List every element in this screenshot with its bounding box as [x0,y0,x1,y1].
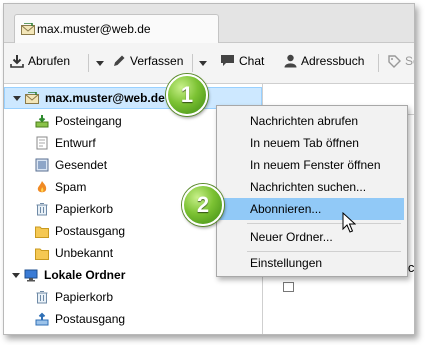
step-badge-1: 1 [166,74,208,116]
tab-title: max.muster@web.de [37,22,151,36]
draft-icon [35,136,49,150]
tab-account[interactable]: max.muster@web.de [14,14,219,43]
chat-button[interactable]: Chat [220,54,264,68]
context-menu: Nachrichten abrufen In neuem Tab öffnen … [216,105,408,277]
toolbar-separator [192,54,193,72]
inbox-icon [35,114,49,128]
checkbox[interactable] [283,282,294,292]
folder-local-postausgang[interactable]: Postausgang [4,308,262,330]
menu-einstellungen[interactable]: Einstellungen [218,252,404,274]
trash-icon [35,202,49,216]
toolbar-separator [378,54,379,72]
toolbar-separator [88,54,89,72]
filter-button[interactable]: Sc [388,54,414,68]
twisty-expanded-icon[interactable] [12,272,20,278]
computer-icon [24,268,38,282]
mouse-cursor-icon [342,212,356,233]
chevron-down-icon[interactable] [96,61,104,66]
chat-icon [221,55,234,66]
chevron-down-icon[interactable] [199,61,207,66]
get-messages-button[interactable]: Abrufen [10,54,70,68]
menu-nachrichten-suchen[interactable]: Nachrichten suchen... [218,176,404,198]
mail-account-icon [25,91,39,105]
folder-icon [35,224,49,238]
menu-neuer-tab[interactable]: In neuem Tab öffnen [218,132,404,154]
folder-icon [35,246,49,260]
thunderbird-window: max.muster@web.de Abrufen Verfassen Chat… [3,3,415,335]
address-book-button[interactable]: Adressbuch [284,54,364,68]
sent-icon [35,158,49,172]
outbox-icon [35,312,49,326]
folder-local-papierkorb[interactable]: Papierkorb [4,286,262,308]
main-toolbar: Abrufen Verfassen Chat Adressbuch Sc [4,43,414,84]
pencil-icon [114,55,125,66]
step-badge-2: 2 [182,184,224,226]
compose-button[interactable]: Verfassen [112,54,183,68]
tab-bar: max.muster@web.de [4,4,414,43]
menu-neuer-ordner[interactable]: Neuer Ordner... [218,226,404,248]
trash-icon [35,290,49,304]
menu-nachrichten-abrufen[interactable]: Nachrichten abrufen [218,110,404,132]
flame-icon [35,180,49,194]
person-icon [284,54,297,68]
menu-neues-fenster[interactable]: In neuem Fenster öffnen [218,154,404,176]
tag-icon [388,54,401,68]
menu-separator [247,223,401,224]
mail-account-icon [21,22,35,38]
menu-abonnieren[interactable]: Abonnieren... [218,198,404,220]
twisty-expanded-icon[interactable] [13,95,21,101]
download-icon [10,55,24,68]
